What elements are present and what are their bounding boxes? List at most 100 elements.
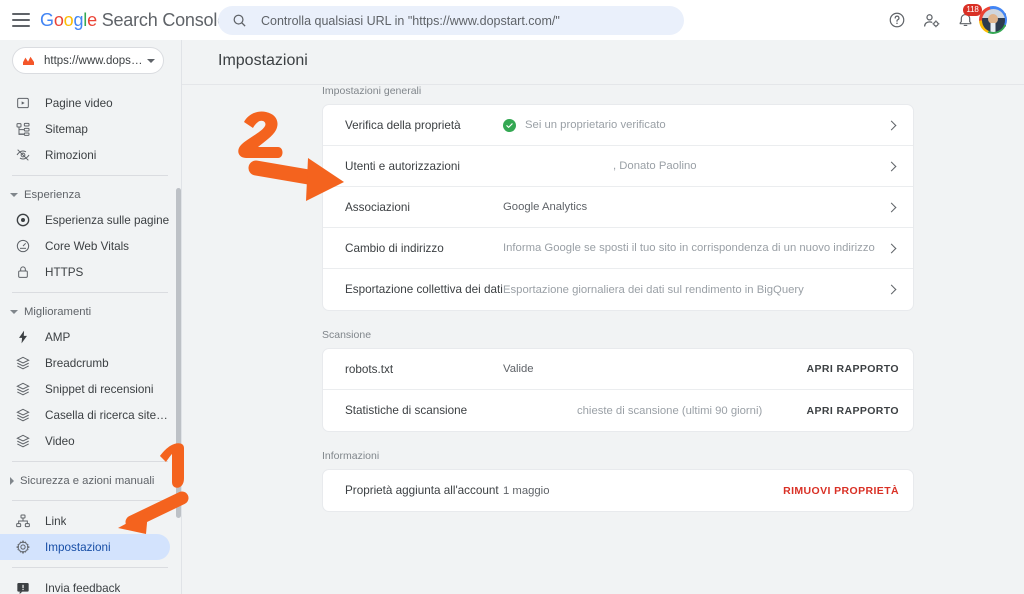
- settings-card: Verifica della proprietà Sei un proprieta…: [322, 104, 914, 311]
- sidebar-item-label: Pagine video: [45, 96, 113, 110]
- sidebar-item-link[interactable]: Link: [0, 508, 170, 534]
- feedback-icon: [17, 583, 29, 594]
- sidebar-item-video[interactable]: Video: [0, 428, 170, 454]
- sidebar-item-pagine-video[interactable]: Pagine video: [0, 90, 170, 116]
- sidebar-item-label: Core Web Vitals: [45, 239, 130, 253]
- verified-check-icon: [503, 118, 516, 132]
- sidebar-scrollbar[interactable]: [176, 188, 181, 518]
- nav-group-label: Esperienza: [24, 189, 81, 201]
- row-value-text: Valide: [503, 363, 534, 375]
- row-value-text: Google Analytics: [503, 201, 588, 213]
- row-esportazione-collettiva-dei-dati[interactable]: Esportazione collettiva dei dati Esportaz…: [323, 269, 913, 310]
- page-experience-icon: [16, 213, 30, 227]
- row-title: Associazioni: [345, 200, 410, 214]
- row-title: Statistiche di scansione: [345, 404, 468, 417]
- sidebar-item-label: Breadcrumb: [45, 356, 109, 370]
- sidebar-item-invia-feedback[interactable]: Invia feedback: [0, 575, 170, 594]
- sidebar-item-label: Snippet di recensioni: [45, 382, 154, 396]
- nav-group-label: Sicurezza e azioni manuali: [20, 475, 155, 487]
- chevron-right-icon: [10, 477, 14, 485]
- nav-divider: [12, 567, 168, 568]
- url-inspection-search-bar[interactable]: [218, 6, 684, 35]
- sidebar-item-label: Video: [45, 434, 75, 448]
- redacted-value: [555, 483, 594, 498]
- row-value: Google Analytics: [503, 201, 888, 213]
- sidebar-item-label: Rimozioni: [45, 148, 97, 162]
- gear-icon-wrap: [14, 538, 32, 556]
- brand-suffix: Search Console: [101, 9, 227, 30]
- property-selector-label: https://www.dopsta...: [44, 54, 143, 67]
- gear-icon: [16, 540, 30, 554]
- left-navigation-sidebar: Pagine video Sitemap Rimozioni Esperienza Es…: [0, 40, 182, 594]
- row-action-link[interactable]: RIMUOVI PROPRIETÀ: [783, 485, 899, 497]
- hamburger-menu-icon[interactable]: [12, 13, 30, 27]
- help-icon[interactable]: [880, 3, 914, 37]
- nav-divider: [12, 461, 168, 462]
- removals-icon-wrap: [14, 146, 32, 164]
- sidebar-item-label: Esperienza sulle pagine: [45, 213, 170, 227]
- row-title: robots.txt: [345, 362, 394, 376]
- row-value-text: chieste di scansione (ultimi 90 giorni): [577, 404, 763, 417]
- sidebar-item-label: Sitemap: [45, 122, 88, 136]
- sidebar-item-sitemap[interactable]: Sitemap: [0, 116, 170, 142]
- sidebar-item-label: Invia feedback: [45, 581, 121, 594]
- row-utenti-e-autorizzazioni[interactable]: Utenti e autorizzazioni , Donato Paolino: [323, 146, 913, 187]
- sidebar-item-breadcrumb[interactable]: Breadcrumb: [0, 350, 170, 376]
- site-favicon-icon: [21, 53, 36, 68]
- notifications-icon[interactable]: 118: [948, 3, 982, 37]
- row-action-link[interactable]: APRI RAPPORTO: [806, 405, 899, 417]
- sidebar-item-label: Impostazioni: [45, 540, 111, 554]
- chevron-down-icon: [147, 58, 155, 63]
- settings-section: Scansione robots.txt Valide APRI RAPPORTO St…: [182, 329, 1024, 432]
- sidebar-item-amp[interactable]: AMP: [0, 324, 170, 350]
- row-associazioni[interactable]: Associazioni Google Analytics: [323, 187, 913, 228]
- row-propriet-aggiunta-all-account[interactable]: Proprietà aggiunta all'account 1 maggio RI…: [323, 470, 913, 511]
- row-title: Proprietà aggiunta all'account: [345, 484, 499, 497]
- layers-icon: [16, 382, 30, 396]
- row-value-text: Informa Google se sposti il tuo sito in …: [503, 242, 875, 254]
- row-robots-txt[interactable]: robots.txt Valide APRI RAPPORTO: [323, 349, 913, 390]
- nav-group-esperienza[interactable]: Esperienza: [0, 183, 182, 207]
- sidebar-item-core-web-vitals[interactable]: Core Web Vitals: [0, 233, 170, 259]
- search-input[interactable]: [259, 12, 670, 29]
- sidebar-item-casella-di-ricerca-sitelink[interactable]: Casella di ricerca sitelink: [0, 402, 170, 428]
- row-cambio-di-indirizzo[interactable]: Cambio di indirizzo Informa Google se spo…: [323, 228, 913, 269]
- row-value: , Donato Paolino: [503, 160, 888, 172]
- chevron-down-icon: [10, 310, 18, 314]
- row-value: Valide: [503, 363, 806, 375]
- row-statistiche-di-scansione[interactable]: Statistiche di scansione chieste di scans…: [323, 390, 913, 431]
- lock-icon-wrap: [14, 263, 32, 281]
- nav-group-sicurezza-e-azioni-manuali[interactable]: Sicurezza e azioni manuali: [0, 469, 182, 493]
- row-value-text: Sei un proprietario verificato: [525, 119, 666, 131]
- row-verifica-della-propriet[interactable]: Verifica della proprietà Sei un proprieta…: [323, 105, 913, 146]
- chevron-right-icon: [886, 202, 897, 212]
- chevron-right-icon: [886, 284, 897, 295]
- row-action-link[interactable]: APRI RAPPORTO: [806, 363, 899, 375]
- settings-card: robots.txt Valide APRI RAPPORTO Statistiche…: [322, 348, 914, 432]
- page-experience-icon-wrap: [14, 211, 32, 229]
- nav-group-miglioramenti[interactable]: Miglioramenti: [0, 300, 182, 324]
- sidebar-item-rimozioni[interactable]: Rimozioni: [0, 142, 170, 168]
- row-title: Cambio di indirizzo: [345, 241, 444, 255]
- sidebar-item-snippet-di-recensioni[interactable]: Snippet di recensioni: [0, 376, 170, 402]
- row-value: 1 maggio: [503, 483, 783, 498]
- search-icon: [232, 13, 247, 28]
- row-value: Informa Google se sposti il tuo sito in …: [503, 242, 888, 254]
- layers-icon: [16, 434, 30, 448]
- feedback-icon-wrap: [14, 579, 32, 594]
- user-settings-icon[interactable]: [914, 3, 948, 37]
- chevron-right-icon: [886, 161, 897, 171]
- sitemap-icon-wrap: [14, 120, 32, 138]
- settings-card: Proprietà aggiunta all'account 1 maggio RI…: [322, 469, 914, 512]
- account-avatar[interactable]: [979, 6, 1007, 34]
- chevron-down-icon: [10, 193, 18, 197]
- sidebar-item-esperienza-sulle-pagine[interactable]: Esperienza sulle pagine: [0, 207, 170, 233]
- sidebar-item-impostazioni[interactable]: Impostazioni: [0, 534, 170, 560]
- sidebar-item-https[interactable]: HTTPS: [0, 259, 170, 285]
- nav-item-partially-scrolled[interactable]: [0, 82, 182, 90]
- property-selector[interactable]: https://www.dopsta...: [12, 47, 164, 74]
- layers-icon-wrap: [14, 354, 32, 372]
- chevron-right-icon: [886, 120, 897, 130]
- nav-group-label: Miglioramenti: [24, 306, 92, 318]
- removals-icon: [16, 149, 30, 161]
